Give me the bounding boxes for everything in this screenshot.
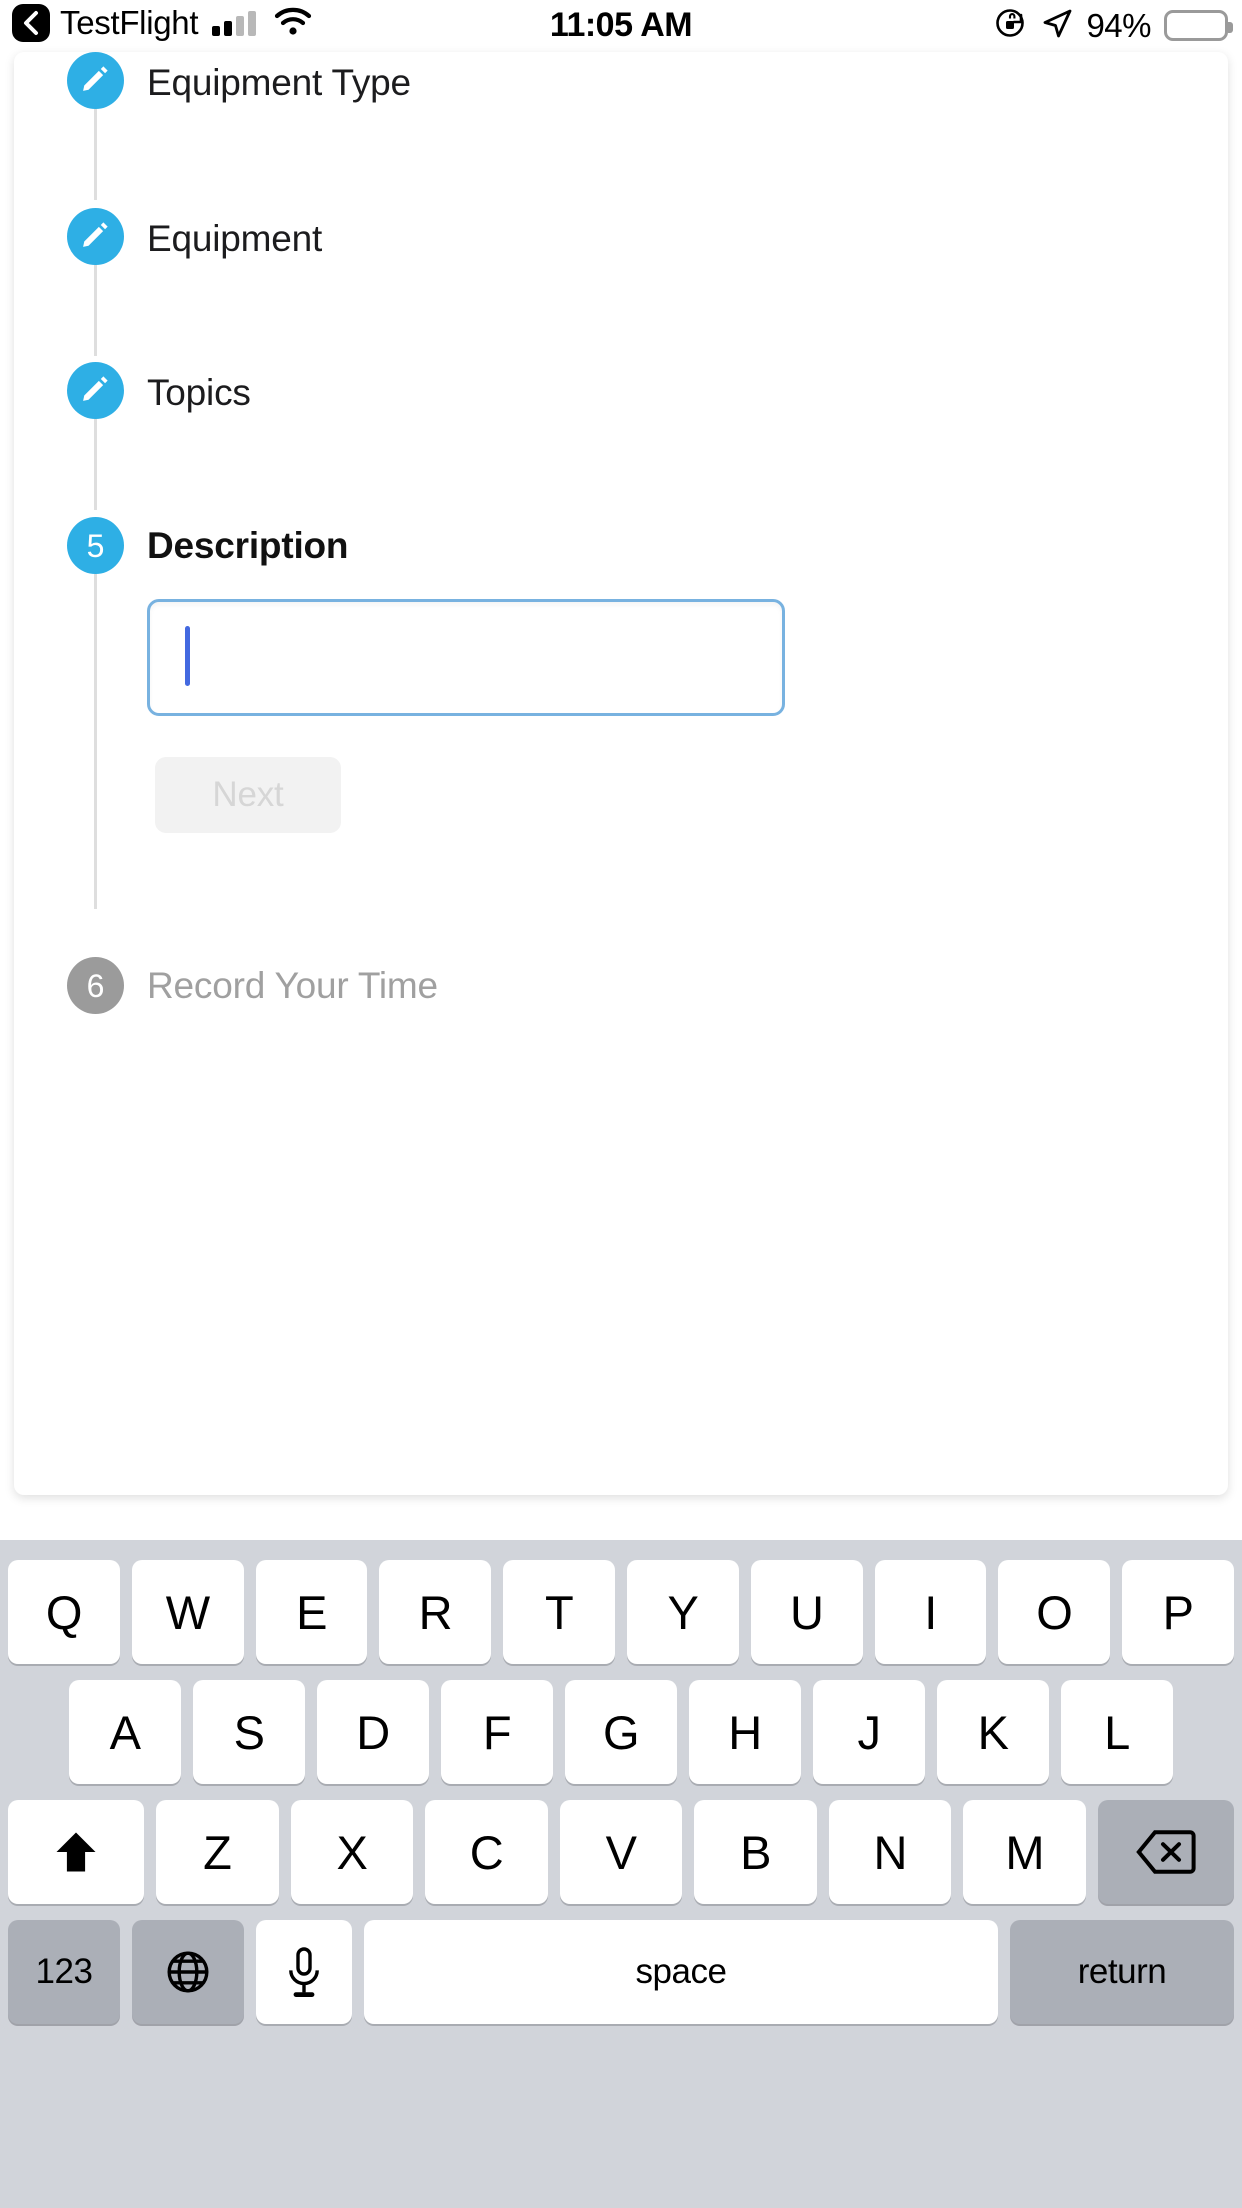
shift-up-arrow-icon: [50, 1826, 102, 1878]
step-label-description: Description: [147, 525, 349, 566]
step-label-equipment-type: Equipment Type: [147, 62, 411, 103]
key-p[interactable]: P: [1122, 1560, 1234, 1664]
key-j[interactable]: J: [813, 1680, 925, 1784]
step-label-equipment: Equipment: [147, 218, 323, 259]
location-arrow-icon: [1041, 7, 1073, 44]
onscreen-keyboard: Q W E R T Y U I O P A S D F G H J K L Z …: [0, 1540, 1242, 2208]
step-marker-equipment[interactable]: [67, 208, 124, 265]
step-label-topics: Topics: [147, 372, 251, 413]
dictation-key[interactable]: [256, 1920, 352, 2024]
key-d[interactable]: D: [317, 1680, 429, 1784]
space-key[interactable]: space: [364, 1920, 998, 2024]
wizard-card: Equipment Type Equipment Topics 5 Descri…: [14, 52, 1228, 1495]
step-number-record-your-time: 6: [86, 967, 105, 1004]
key-f[interactable]: F: [441, 1680, 553, 1784]
keyboard-row-1: Q W E R T Y U I O P: [0, 1560, 1242, 1664]
key-m[interactable]: M: [963, 1800, 1087, 1904]
description-input[interactable]: [147, 599, 785, 716]
key-b[interactable]: B: [694, 1800, 817, 1904]
step-label-record-your-time: Record Your Time: [147, 965, 438, 1006]
backspace-key[interactable]: [1098, 1800, 1235, 1904]
microphone-icon: [284, 1946, 324, 1998]
step-marker-record-your-time[interactable]: 6: [67, 957, 124, 1014]
pencil-icon: [80, 373, 111, 409]
key-r[interactable]: R: [379, 1560, 492, 1664]
phone-screen: TestFlight 11:05 AM 94% Equipment Type E…: [0, 0, 1242, 2208]
keyboard-row-4: 123 space return: [0, 1920, 1242, 2024]
return-key[interactable]: return: [1010, 1920, 1234, 2024]
next-button[interactable]: Next: [155, 757, 341, 833]
key-q[interactable]: Q: [8, 1560, 120, 1664]
key-g[interactable]: G: [565, 1680, 677, 1784]
key-s[interactable]: S: [193, 1680, 305, 1784]
key-t[interactable]: T: [503, 1560, 615, 1664]
key-w[interactable]: W: [131, 1560, 244, 1664]
key-k[interactable]: K: [937, 1680, 1049, 1784]
key-v[interactable]: V: [559, 1800, 683, 1904]
step-timeline: Equipment Type Equipment Topics 5 Descri…: [14, 52, 1228, 1495]
step-marker-description[interactable]: 5: [67, 517, 124, 574]
key-z[interactable]: Z: [156, 1800, 279, 1904]
pencil-icon: [80, 219, 111, 255]
shift-key[interactable]: [8, 1800, 144, 1904]
keyboard-row-2: A S D F G H J K L: [0, 1680, 1242, 1784]
key-a[interactable]: A: [69, 1680, 181, 1784]
timeline-connector: [94, 557, 97, 909]
language-switch-key[interactable]: [132, 1920, 244, 2024]
pencil-icon: [80, 63, 111, 99]
numeric-mode-key[interactable]: 123: [8, 1920, 120, 2024]
key-c[interactable]: C: [425, 1800, 548, 1904]
status-bar: TestFlight 11:05 AM 94%: [0, 0, 1242, 52]
key-x[interactable]: X: [290, 1800, 414, 1904]
text-cursor: [185, 626, 190, 686]
step-number-description: 5: [86, 527, 105, 564]
key-u[interactable]: U: [750, 1560, 863, 1664]
key-n[interactable]: N: [828, 1800, 952, 1904]
status-bar-right: 94%: [994, 6, 1233, 45]
battery-full-icon: [1164, 10, 1233, 41]
key-o[interactable]: O: [998, 1560, 1111, 1664]
key-e[interactable]: E: [255, 1560, 368, 1664]
battery-percent-label: 94%: [1086, 6, 1151, 44]
rotation-lock-icon: [994, 6, 1028, 45]
step-marker-equipment-type[interactable]: [67, 52, 124, 109]
step-marker-topics[interactable]: [67, 362, 124, 419]
key-h[interactable]: H: [689, 1680, 801, 1784]
key-l[interactable]: L: [1061, 1680, 1173, 1784]
keyboard-row-3: Z X C V B N M: [0, 1800, 1242, 1904]
key-y[interactable]: Y: [626, 1560, 739, 1664]
key-i[interactable]: I: [874, 1560, 987, 1664]
globe-language-icon: [164, 1948, 212, 1996]
backspace-delete-icon: [1136, 1829, 1196, 1875]
